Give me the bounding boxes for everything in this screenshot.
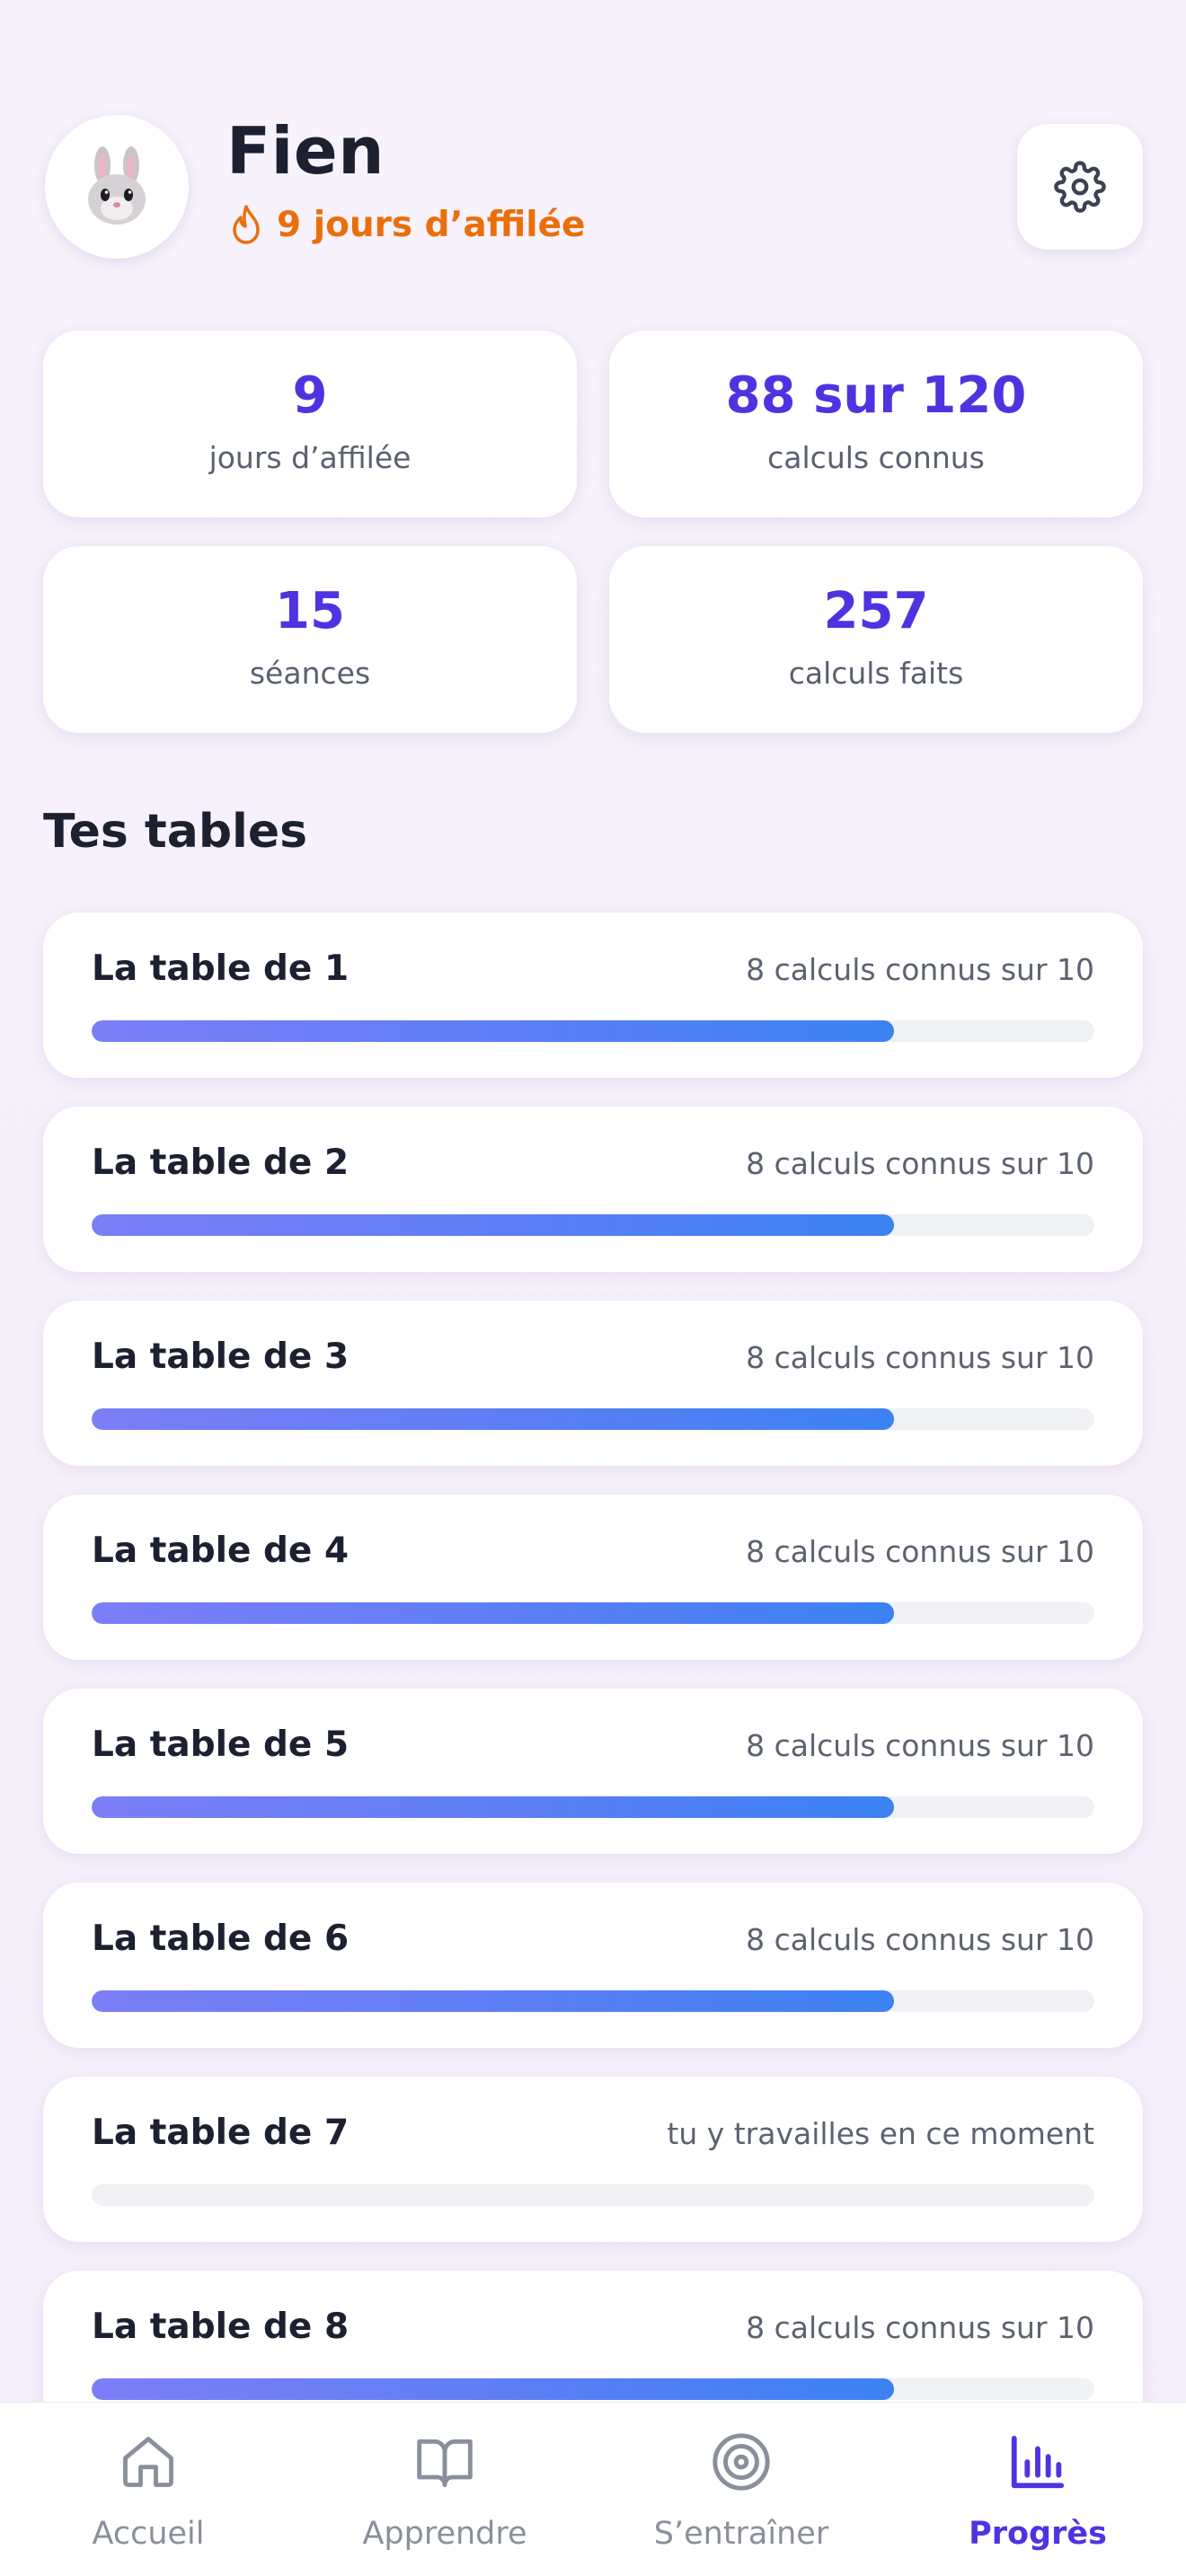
table-card-4[interactable]: La table de 4 8 calculs connus sur 10 (43, 1495, 1143, 1660)
progress-bar (92, 1408, 1094, 1430)
progress-bar (92, 2378, 1094, 2400)
stat-card-known: 88 sur 120 calculs connus (609, 331, 1143, 517)
nav-label: Progrès (969, 2516, 1107, 2552)
stat-value: 257 (823, 582, 929, 640)
progress-bar (92, 1990, 1094, 2012)
table-status: 8 calculs connus sur 10 (746, 1728, 1094, 1763)
progress-fill (92, 2378, 894, 2400)
progress-fill (92, 1796, 894, 1818)
stat-card-sessions: 15 séances (43, 546, 577, 733)
book-icon (417, 2439, 473, 2487)
settings-button[interactable] (1017, 124, 1143, 250)
user-name: Fien (226, 113, 385, 189)
section-title: Tes tables (43, 805, 308, 859)
target-icon (712, 2433, 770, 2491)
progress-bar (92, 2184, 1094, 2206)
bunny-avatar-icon (88, 146, 146, 225)
table-status: 8 calculs connus sur 10 (746, 952, 1094, 987)
progress-fill (92, 1020, 894, 1042)
table-title: La table de 8 (92, 2307, 350, 2347)
gear-icon (1054, 161, 1106, 213)
table-status: 8 calculs connus sur 10 (746, 1922, 1094, 1957)
stat-value: 9 (292, 366, 328, 425)
table-card-7[interactable]: La table de 7 tu y travailles en ce mome… (43, 2077, 1143, 2242)
stat-label: calculs connus (767, 440, 985, 475)
streak-text: 9 jours d’affilée (277, 204, 586, 245)
nav-label: S’entraîner (653, 2516, 829, 2552)
progress-fill (92, 1990, 894, 2012)
table-title: La table de 2 (92, 1142, 350, 1183)
table-title: La table de 1 (92, 948, 350, 989)
nav-item-progres[interactable]: Progrès (890, 2403, 1186, 2576)
stat-card-streak: 9 jours d’affilée (43, 331, 577, 517)
table-card-6[interactable]: La table de 6 8 calculs connus sur 10 (43, 1883, 1143, 2048)
stat-label: séances (249, 656, 371, 691)
stat-card-done: 257 calculs faits (609, 546, 1143, 733)
nav-item-apprendre[interactable]: Apprendre (296, 2403, 593, 2576)
table-card-1[interactable]: La table de 1 8 calculs connus sur 10 (43, 913, 1143, 1078)
table-status: 8 calculs connus sur 10 (746, 1534, 1094, 1569)
table-title: La table de 5 (92, 1725, 350, 1765)
table-card-5[interactable]: La table de 5 8 calculs connus sur 10 (43, 1689, 1143, 1854)
table-card-3[interactable]: La table de 3 8 calculs connus sur 10 (43, 1301, 1143, 1466)
table-status: 8 calculs connus sur 10 (746, 2310, 1094, 2345)
table-status: tu y travailles en ce moment (667, 2116, 1094, 2151)
stat-value: 15 (275, 582, 345, 640)
nav-label: Accueil (92, 2516, 205, 2552)
nav-item-accueil[interactable]: Accueil (0, 2403, 296, 2576)
flame-icon (233, 205, 260, 244)
table-title: La table de 6 (92, 1919, 350, 1959)
progress-bar (92, 1020, 1094, 1042)
table-title: La table de 7 (92, 2113, 350, 2153)
table-status: 8 calculs connus sur 10 (746, 1340, 1094, 1375)
table-title: La table de 3 (92, 1337, 350, 1377)
progress-bar (92, 1214, 1094, 1236)
avatar[interactable] (45, 115, 189, 259)
profile-header: Fien 9 jours d’affilée (43, 113, 1143, 262)
stat-label: jours d’affilée (208, 440, 412, 475)
home-icon (123, 2437, 173, 2487)
table-status: 8 calculs connus sur 10 (746, 1146, 1094, 1181)
streak-indicator: 9 jours d’affilée (228, 199, 585, 250)
stat-label: calculs faits (788, 656, 964, 691)
progress-fill (92, 1408, 894, 1430)
progress-fill (92, 1602, 894, 1624)
table-card-2[interactable]: La table de 2 8 calculs connus sur 10 (43, 1107, 1143, 1272)
progress-bar (92, 1796, 1094, 1818)
progress-bar (92, 1602, 1094, 1624)
stat-value: 88 sur 120 (725, 366, 1027, 425)
table-title: La table de 4 (92, 1531, 350, 1571)
nav-item-sentrainer[interactable]: S’entraîner (593, 2403, 890, 2576)
bar-chart-icon (1011, 2435, 1065, 2489)
bottom-nav: Accueil Apprendre S’entraîner Progrès (0, 2402, 1186, 2576)
progress-fill (92, 1214, 894, 1236)
nav-label: Apprendre (362, 2516, 527, 2552)
